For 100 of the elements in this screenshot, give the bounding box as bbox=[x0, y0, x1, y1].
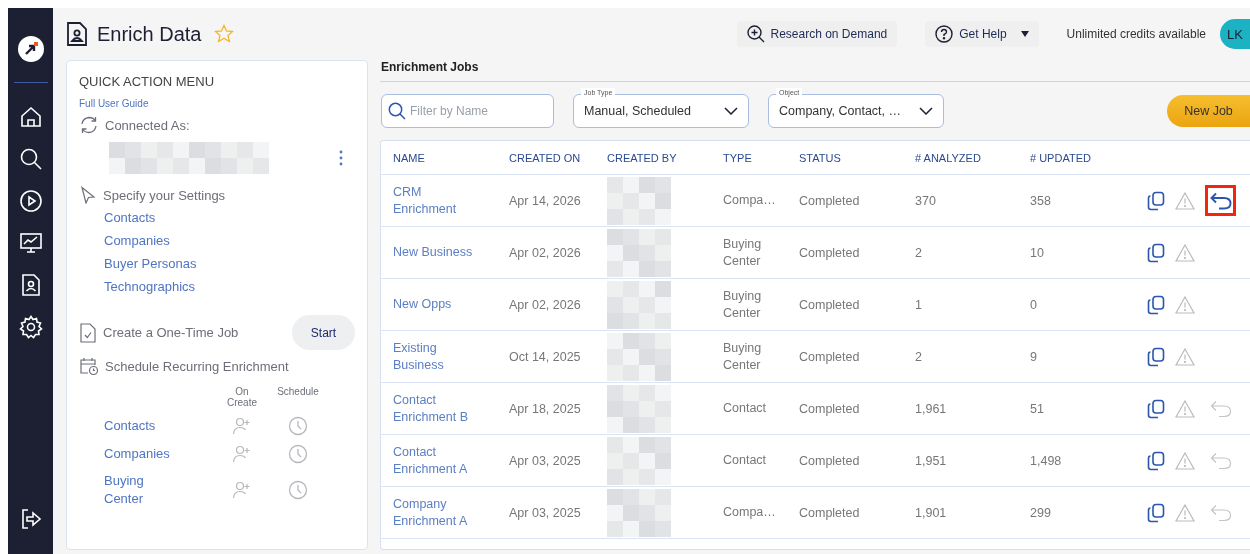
section-title: Enrichment Jobs bbox=[380, 60, 1250, 82]
zoom-in-icon bbox=[746, 25, 765, 43]
help-icon bbox=[935, 25, 954, 43]
play-icon[interactable] bbox=[18, 189, 43, 213]
job-name-link[interactable]: CRM Enrichment bbox=[393, 183, 479, 218]
column-header[interactable]: # UPDATED bbox=[1030, 151, 1145, 164]
filter-field[interactable]: Filter by Name bbox=[381, 94, 554, 128]
star-icon[interactable] bbox=[213, 24, 234, 44]
job-status: Completed bbox=[799, 401, 861, 416]
chart-board-icon[interactable] bbox=[18, 231, 43, 255]
created-date: Apr 18, 2025 bbox=[509, 401, 582, 416]
help-button[interactable]: Get Help bbox=[925, 21, 1039, 47]
analyzed-count: 370 bbox=[915, 193, 937, 208]
logout-icon[interactable] bbox=[19, 508, 42, 530]
refresh-icon[interactable] bbox=[79, 115, 99, 135]
job-status: Completed bbox=[799, 245, 861, 260]
job-name-link[interactable]: Contact Enrichment B bbox=[393, 391, 479, 426]
created-date: Apr 02, 2026 bbox=[509, 297, 582, 312]
profile-document-icon[interactable] bbox=[20, 273, 41, 297]
settings-link[interactable]: Buyer Personas bbox=[104, 256, 197, 271]
menu-title: QUICK ACTION MENU bbox=[79, 74, 216, 89]
job-type: Contact bbox=[723, 400, 768, 417]
analyzed-count: 2 bbox=[915, 349, 923, 364]
job-name-link[interactable]: Contact Enrichment A bbox=[393, 443, 479, 478]
object-link[interactable]: Buying Center bbox=[104, 472, 174, 508]
credits-text: Unlimited credits available bbox=[1066, 27, 1206, 41]
updated-count: 299 bbox=[1030, 505, 1052, 520]
created-date: Apr 03, 2025 bbox=[509, 453, 582, 468]
research-button[interactable]: Research on Demand bbox=[736, 21, 898, 47]
column-header[interactable]: NAME bbox=[393, 151, 509, 164]
start-button[interactable]: Start bbox=[292, 315, 355, 350]
profile-document-icon bbox=[66, 21, 88, 47]
settings-link[interactable]: Technographics bbox=[104, 279, 196, 294]
copy-icon[interactable] bbox=[1147, 346, 1165, 367]
copy-icon[interactable] bbox=[1147, 190, 1165, 211]
analyzed-count: 2 bbox=[915, 245, 923, 260]
updated-count: 10 bbox=[1030, 245, 1045, 260]
created-date: Apr 14, 2026 bbox=[509, 193, 582, 208]
analyzed-count: 1,961 bbox=[915, 401, 948, 416]
copy-icon[interactable] bbox=[1147, 242, 1165, 263]
calendar-clock-icon bbox=[79, 356, 99, 376]
job-type: Contact bbox=[723, 452, 768, 469]
job-type: Buying Center bbox=[723, 235, 763, 270]
job-type: Buying Center bbox=[723, 339, 763, 374]
schedule-label: Schedule Recurring Enrichment bbox=[105, 358, 289, 374]
search-icon[interactable] bbox=[18, 147, 43, 171]
settings-label: Specify your Settings bbox=[103, 187, 226, 203]
chevron-down-icon bbox=[919, 107, 933, 115]
job-status: Completed bbox=[799, 193, 861, 208]
job-type: Compa… bbox=[723, 504, 777, 521]
job-type: Compa… bbox=[723, 192, 777, 209]
object-link[interactable]: Companies bbox=[104, 445, 174, 463]
column-header[interactable]: TYPE bbox=[723, 151, 799, 164]
user-guide-link[interactable]: Full User Guide bbox=[79, 98, 149, 109]
column-header: On Create bbox=[226, 386, 258, 408]
updated-count: 358 bbox=[1030, 193, 1052, 208]
analyzed-count: 1,901 bbox=[915, 505, 948, 520]
search-icon bbox=[388, 102, 406, 120]
copy-icon[interactable] bbox=[1147, 502, 1165, 523]
updated-count: 51 bbox=[1030, 401, 1045, 416]
copy-icon[interactable] bbox=[1147, 398, 1165, 419]
column-header[interactable]: # ANALYZED bbox=[915, 151, 1030, 164]
cursor-icon bbox=[79, 186, 97, 204]
created-date: Apr 03, 2025 bbox=[509, 505, 582, 520]
job-name-link[interactable]: Company Enrichment A bbox=[393, 495, 479, 530]
object-link[interactable]: Contacts bbox=[104, 417, 174, 435]
document-check-icon bbox=[79, 322, 97, 343]
job-status: Completed bbox=[799, 297, 861, 312]
one-time-job-label: Create a One-Time Job bbox=[103, 325, 239, 340]
column-header[interactable]: CREATED BY bbox=[607, 151, 723, 164]
job-status: Completed bbox=[799, 349, 861, 364]
home-icon[interactable] bbox=[18, 105, 43, 129]
updated-count: 9 bbox=[1030, 349, 1038, 364]
job-name-link[interactable]: New Opps bbox=[393, 296, 479, 313]
analyzed-count: 1 bbox=[915, 297, 923, 312]
job-name-link[interactable]: New Business bbox=[393, 244, 479, 261]
connected-label: Connected As: bbox=[105, 117, 190, 133]
created-date: Apr 02, 2026 bbox=[509, 245, 582, 260]
copy-icon[interactable] bbox=[1147, 450, 1165, 471]
new-job-button[interactable]: New Job bbox=[1167, 95, 1250, 127]
settings-link[interactable]: Companies bbox=[104, 233, 170, 248]
analyzed-count: 1,951 bbox=[915, 453, 948, 468]
more-options-icon[interactable] bbox=[339, 150, 343, 166]
logo-icon[interactable] bbox=[17, 36, 44, 62]
job-name-link[interactable]: Existing Business bbox=[393, 339, 479, 374]
updated-count: 1,498 bbox=[1030, 453, 1063, 468]
job-type: Buying Center bbox=[723, 287, 763, 322]
undo-icon[interactable] bbox=[1209, 191, 1232, 210]
user-avatar[interactable]: LK bbox=[1220, 19, 1250, 49]
updated-count: 0 bbox=[1030, 297, 1038, 312]
settings-link[interactable]: Contacts bbox=[104, 210, 156, 225]
created-date: Oct 14, 2025 bbox=[509, 349, 582, 364]
settings-icon[interactable] bbox=[18, 315, 43, 339]
page-title: Enrich Data bbox=[97, 22, 202, 46]
job-status: Completed bbox=[799, 505, 861, 520]
column-header[interactable]: CREATED ON bbox=[509, 151, 607, 164]
column-header[interactable]: STATUS bbox=[799, 151, 915, 164]
copy-icon[interactable] bbox=[1147, 294, 1165, 315]
job-status: Completed bbox=[799, 453, 861, 468]
caret-icon bbox=[1020, 31, 1029, 37]
